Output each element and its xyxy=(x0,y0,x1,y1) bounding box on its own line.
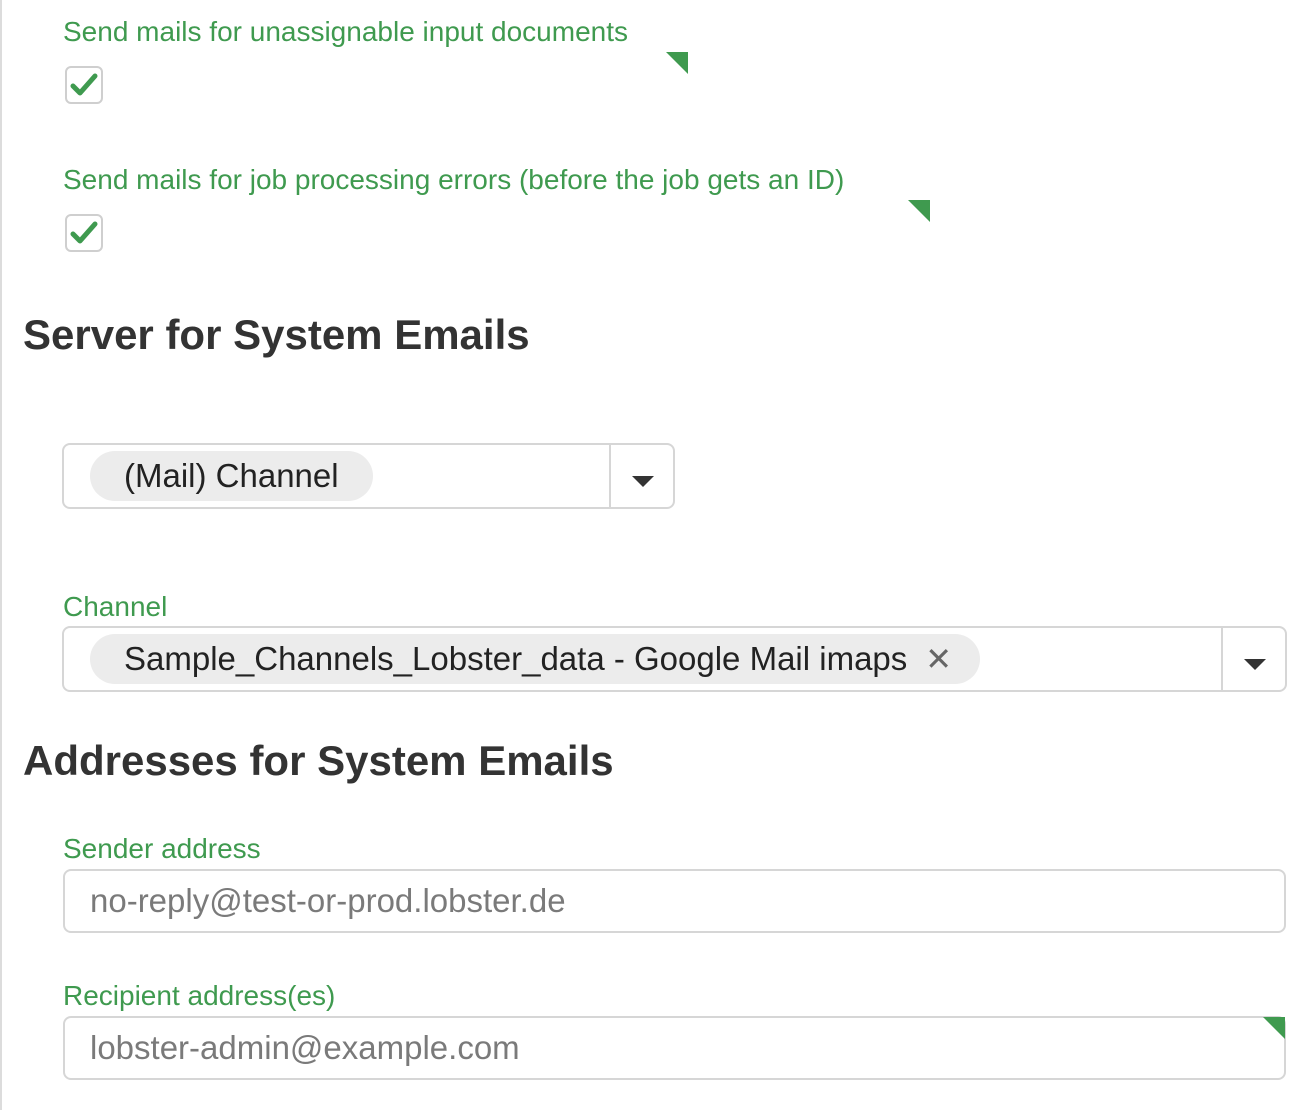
addresses-section-heading: Addresses for System Emails xyxy=(23,737,614,784)
chevron-down-icon[interactable] xyxy=(632,476,654,487)
chevron-down-icon[interactable] xyxy=(1244,659,1266,670)
channel-selected-chip: Sample_Channels_Lobster_data - Google Ma… xyxy=(90,634,981,684)
unassignable-mails-label: Send mails for unassignable input docume… xyxy=(63,16,629,47)
job-errors-changed-marker xyxy=(908,200,930,222)
unassignable-mails-checkbox[interactable] xyxy=(65,66,103,104)
unassignable-changed-marker xyxy=(666,52,688,74)
server-section-heading: Server for System Emails xyxy=(23,311,530,358)
checkmark-icon xyxy=(70,221,98,244)
left-border xyxy=(0,0,2,1110)
channel-label: Channel xyxy=(63,591,168,622)
select-divider xyxy=(609,445,611,507)
server-type-selected-chip: (Mail) Channel xyxy=(90,451,373,501)
sender-address-input[interactable]: no-reply@test-or-prod.lobster.de xyxy=(63,869,1286,933)
sender-address-label: Sender address xyxy=(63,833,261,864)
recipient-address-label: Recipient address(es) xyxy=(63,980,336,1011)
recipient-address-input[interactable]: lobster-admin@example.com xyxy=(63,1016,1286,1080)
checkmark-icon xyxy=(70,73,98,96)
channel-select[interactable]: Sample_Channels_Lobster_data - Google Ma… xyxy=(62,626,1287,692)
job-errors-mails-label: Send mails for job processing errors (be… xyxy=(63,164,845,195)
job-errors-mails-checkbox[interactable] xyxy=(65,214,103,252)
recipient-changed-marker xyxy=(1263,1017,1285,1039)
server-type-select[interactable]: (Mail) Channel xyxy=(62,443,675,509)
server-type-value: (Mail) Channel xyxy=(124,457,339,494)
close-icon[interactable]: ✕ xyxy=(925,641,952,677)
channel-value: Sample_Channels_Lobster_data - Google Ma… xyxy=(124,640,908,677)
select-divider xyxy=(1221,628,1223,690)
